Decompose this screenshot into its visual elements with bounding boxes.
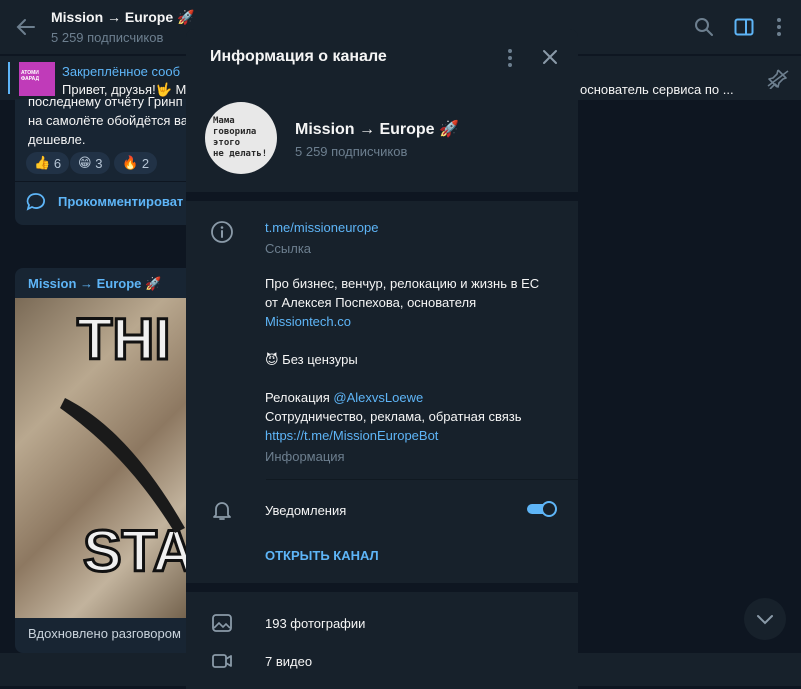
description-line: от Алексея Поспехова, основателя xyxy=(265,295,477,310)
back-arrow-icon[interactable] xyxy=(14,15,38,39)
open-channel-button[interactable]: ОТКРЫТЬ КАНАЛ xyxy=(265,548,379,563)
reaction-emoji: 😁 xyxy=(78,155,92,170)
message-text-line: последнему отчёту Гринп xyxy=(28,94,183,109)
more-vertical-icon[interactable] xyxy=(504,47,516,69)
photo-icon xyxy=(212,614,232,632)
close-icon[interactable] xyxy=(540,47,560,67)
notifications-toggle[interactable] xyxy=(527,501,557,517)
comment-button[interactable]: Прокомментироват xyxy=(58,194,183,209)
divider xyxy=(15,181,195,182)
channel-subscribers: 5 259 подписчиков xyxy=(295,144,408,159)
meme-image[interactable]: THI STA xyxy=(15,298,195,618)
reaction-fire[interactable]: 🔥 2 xyxy=(114,152,158,174)
search-icon[interactable] xyxy=(694,17,714,37)
message-caption: Вдохновлено разговором xyxy=(28,626,181,641)
pinned-accent-line xyxy=(8,62,10,94)
side-panel-icon[interactable] xyxy=(734,17,754,37)
avatar-text-line: Мама xyxy=(213,116,235,126)
description-line: Про бизнес, венчур, релокацию и жизнь в … xyxy=(265,276,540,291)
pinned-thumbnail: ATOMИ ФАРАД xyxy=(19,62,55,96)
section-separator xyxy=(186,583,578,592)
photos-count[interactable]: 193 фотографии xyxy=(265,614,365,633)
pinned-title: Закреплённое сооб xyxy=(62,64,181,79)
section-separator xyxy=(186,192,578,201)
avatar-text: Мама говорила этого не делать! xyxy=(213,116,267,160)
relocation-line: Релокация @AlexvsLoewe xyxy=(265,388,423,407)
chat-title[interactable]: Mission → Europe 🚀 xyxy=(51,9,194,26)
info-label: Информация xyxy=(265,449,345,464)
channel-avatar[interactable]: Мама говорила этого не делать! xyxy=(205,102,277,174)
videos-count[interactable]: 7 видео xyxy=(265,652,312,671)
reaction-count: 6 xyxy=(53,155,62,171)
avatar-text-line: этого xyxy=(213,138,241,148)
message-bubble: Mission → Europe 🚀 THI STA Вдохновлено р… xyxy=(15,268,195,653)
pinned-thumb-label: ATOMИ ФАРАД xyxy=(21,70,40,82)
pinned-text-continued: основатель сервиса по ... xyxy=(580,82,734,97)
bell-icon xyxy=(213,502,231,520)
reaction-grin[interactable]: 😁 3 xyxy=(70,152,111,174)
chevron-down-icon xyxy=(757,615,773,625)
message-author[interactable]: Mission → Europe 🚀 xyxy=(28,276,161,292)
relocation-contact-link[interactable]: @AlexvsLoewe xyxy=(333,390,423,405)
reaction-count: 3 xyxy=(95,155,103,171)
channel-link[interactable]: t.me/missioneurope xyxy=(265,218,378,237)
link-label: Ссылка xyxy=(265,241,312,256)
avatar-text-line: не делать! xyxy=(213,149,268,159)
unpin-icon[interactable] xyxy=(764,67,792,89)
message-bubble: последнему отчёту Гринп на самолёте обой… xyxy=(15,94,195,225)
bot-link[interactable]: https://t.me/MissionEuropeBot xyxy=(265,426,438,445)
reaction-emoji: 👍 xyxy=(34,155,51,170)
reaction-thumbs-up[interactable]: 👍 6 xyxy=(26,152,70,174)
reaction-count: 2 xyxy=(141,155,150,171)
scroll-down-button[interactable] xyxy=(744,598,786,640)
video-icon xyxy=(212,654,232,668)
notifications-label: Уведомления xyxy=(265,503,347,518)
meme-sword-shape xyxy=(60,398,185,533)
message-text-line: дешевле. xyxy=(28,132,86,147)
channel-info-dialog: Информация о канале Мама говорила этого … xyxy=(186,29,578,689)
info-icon xyxy=(211,221,233,243)
reaction-emoji: 🔥 xyxy=(122,155,139,170)
description-line: Сотрудничество, реклама, обратная связь xyxy=(265,409,522,424)
avatar-text-line: говорила xyxy=(213,127,257,137)
description-line: 😈 Без цензуры xyxy=(265,352,358,367)
divider xyxy=(266,479,578,480)
message-text-line: на самолёте обойдётся ва xyxy=(28,113,189,128)
more-vertical-icon[interactable] xyxy=(770,16,788,38)
missiontech-link[interactable]: Missiontech.co xyxy=(265,312,351,331)
comment-icon xyxy=(26,193,45,211)
relocation-prefix: Релокация xyxy=(265,390,334,405)
chat-subscribers: 5 259 подписчиков xyxy=(51,30,164,45)
dialog-title: Информация о канале xyxy=(210,48,387,65)
channel-name: Mission → Europe 🚀 xyxy=(295,121,459,138)
